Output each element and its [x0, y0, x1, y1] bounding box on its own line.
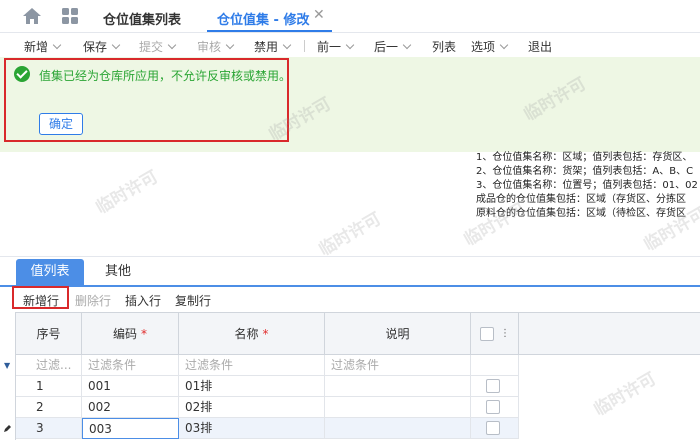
- row-name[interactable]: 03排: [179, 418, 325, 439]
- row-code[interactable]: 001: [82, 376, 179, 397]
- note-line: 2、仓位值集名称：货架；值列表包括：A、B、C: [476, 166, 694, 177]
- chevron-down-icon[interactable]: [52, 40, 62, 50]
- next-button[interactable]: 后一: [374, 38, 412, 55]
- list-button[interactable]: 列表: [432, 38, 456, 55]
- watermark: 临时许可: [92, 167, 162, 219]
- next-label: 后一: [374, 40, 399, 54]
- note-line: 3、仓位值集名称：位置号；值列表包括：01、02: [476, 180, 698, 191]
- chevron-down-icon[interactable]: [111, 40, 121, 50]
- active-tab-indicator: [207, 30, 332, 32]
- header-name[interactable]: 名称 *: [179, 313, 325, 355]
- options-button[interactable]: 选项: [471, 38, 509, 55]
- row-checkbox[interactable]: [486, 400, 500, 414]
- watermark: 临时许可: [315, 209, 385, 261]
- row-desc[interactable]: [325, 376, 471, 397]
- header-seq[interactable]: 序号: [16, 313, 82, 355]
- toolbar-divider: [304, 40, 305, 52]
- confirm-button[interactable]: 确定: [39, 113, 83, 135]
- row-code-editing[interactable]: 003: [82, 418, 179, 439]
- pencil-edit-icon: [4, 425, 11, 432]
- save-label: 保存: [83, 40, 108, 54]
- header-code-label: 编码: [112, 327, 137, 341]
- tab-list-title[interactable]: 仓位值集列表: [103, 9, 181, 28]
- submit-button[interactable]: 提交: [139, 38, 177, 55]
- prev-label: 前一: [317, 40, 342, 54]
- filter-code[interactable]: 过滤条件: [82, 355, 179, 376]
- chevron-down-icon[interactable]: [225, 40, 235, 50]
- app-window: { "tabs": {"list_title": "仓位值集列表", "acti…: [0, 0, 700, 440]
- top-tab-bar: 仓位值集列表 仓位值集 - 修改 ✕: [0, 0, 700, 33]
- tab-values[interactable]: 值列表: [16, 259, 84, 285]
- highlight-box: [12, 286, 69, 309]
- chevron-down-icon[interactable]: [282, 40, 292, 50]
- row-check-cell: [471, 376, 519, 397]
- prev-button[interactable]: 前一: [317, 38, 355, 55]
- row-checkbox[interactable]: [486, 379, 500, 393]
- filter-check: [471, 355, 519, 376]
- chevron-down-icon[interactable]: [499, 40, 509, 50]
- disable-button[interactable]: 禁用: [254, 38, 292, 55]
- row-seq: 1: [16, 376, 82, 397]
- filter-icon: ▼: [4, 361, 11, 370]
- chevron-down-icon[interactable]: [167, 40, 177, 50]
- home-icon[interactable]: [22, 7, 42, 25]
- exit-button[interactable]: 退出: [528, 38, 552, 55]
- select-all-checkbox[interactable]: [480, 327, 494, 341]
- options-label: 选项: [471, 40, 496, 54]
- copy-row-button[interactable]: 复制行: [175, 292, 211, 309]
- values-grid: 序号 编码 * 名称 * 说明 ⋮ 过滤... 过滤条件 过滤条件 过滤条件 1 0…: [15, 312, 700, 440]
- new-button[interactable]: 新增: [24, 38, 62, 55]
- message-box: 值集已经为仓库所应用，不允许反审核或禁用。 确定: [4, 58, 292, 142]
- row-toolbar: 新增行 删除行 插入行 复制行: [0, 285, 700, 311]
- message-text: 值集已经为仓库所应用，不允许反审核或禁用。: [39, 69, 292, 83]
- main-toolbar: 新增 保存 提交 审核 禁用 前一 后一 列表 选项 退出: [0, 33, 700, 57]
- audit-label: 审核: [197, 40, 222, 54]
- tab-active-title[interactable]: 仓位值集 - 修改: [217, 9, 309, 28]
- required-mark: *: [141, 327, 147, 341]
- header-filler: [519, 313, 700, 355]
- apps-grid-icon[interactable]: [62, 8, 78, 24]
- submit-label: 提交: [139, 40, 164, 54]
- new-label: 新增: [24, 40, 49, 54]
- row-check-cell: [471, 397, 519, 418]
- row-desc[interactable]: [325, 418, 471, 439]
- filter-seq[interactable]: 过滤...: [16, 355, 82, 376]
- close-tab-icon[interactable]: ✕: [313, 7, 325, 23]
- tab-other[interactable]: 其他: [105, 259, 131, 285]
- save-button[interactable]: 保存: [83, 38, 121, 55]
- row-seq: 2: [16, 397, 82, 418]
- header-checkbox: ⋮: [471, 313, 519, 355]
- row-desc[interactable]: [325, 397, 471, 418]
- section-divider: [0, 256, 700, 257]
- row-name[interactable]: 01排: [179, 376, 325, 397]
- disable-label: 禁用: [254, 40, 279, 54]
- row-marker-gutter: ▼: [0, 312, 15, 440]
- filter-name[interactable]: 过滤条件: [179, 355, 325, 376]
- check-circle-icon: [14, 66, 30, 82]
- header-code[interactable]: 编码 *: [82, 313, 179, 355]
- column-menu-icon[interactable]: ⋮: [500, 313, 510, 355]
- filter-desc[interactable]: 过滤条件: [325, 355, 471, 376]
- chevron-down-icon[interactable]: [402, 40, 412, 50]
- audit-button[interactable]: 审核: [197, 38, 235, 55]
- chevron-down-icon[interactable]: [345, 40, 355, 50]
- row-code[interactable]: 002: [82, 397, 179, 418]
- insert-row-button[interactable]: 插入行: [125, 292, 161, 309]
- row-check-cell: [471, 418, 519, 439]
- header-desc[interactable]: 说明: [325, 313, 471, 355]
- delete-row-button[interactable]: 删除行: [75, 292, 111, 309]
- header-name-label: 名称: [234, 327, 259, 341]
- row-seq: 3: [16, 418, 82, 439]
- row-name[interactable]: 02排: [179, 397, 325, 418]
- required-mark: *: [262, 327, 269, 341]
- note-line: 1、仓位值集名称：区域；值列表包括：存货区、: [476, 152, 693, 163]
- row-checkbox[interactable]: [486, 421, 500, 435]
